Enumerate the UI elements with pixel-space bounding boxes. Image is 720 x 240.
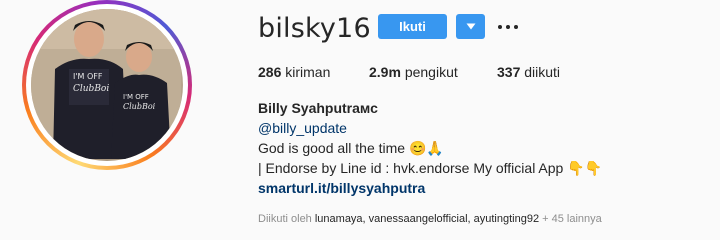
svg-text:ClubBoi: ClubBoi: [123, 102, 156, 111]
bio-website-link[interactable]: smarturl.it/billysyahputra: [258, 178, 602, 198]
bio-line-2: | Endorse by Line id : hvk.endorse My of…: [258, 160, 603, 176]
profile-header: bilsky16: [258, 12, 398, 44]
bio-line-1: God is good all the time 😊🙏: [258, 140, 444, 156]
more-options-icon: [498, 24, 502, 29]
caret-down-icon: [466, 23, 475, 30]
following-stat[interactable]: 337 diikuti: [497, 64, 560, 80]
posts-label: kiriman: [285, 64, 331, 80]
followed-by[interactable]: Diikuti oleh lunamaya, vanessaangeloffic…: [258, 213, 602, 225]
followed-by-prefix: Diikuti oleh: [258, 213, 315, 225]
followed-by-names: lunamaya, vanessaangelofficial, ayutingt…: [314, 213, 540, 225]
followers-label: pengikut: [404, 64, 458, 80]
followed-by-suffix: + 45 lainnya: [539, 213, 602, 225]
more-options-icon: [514, 24, 518, 29]
avatar-photo-illustration: I'M OFF ClubBoi I'M OFF ClubBoi: [31, 9, 181, 159]
following-label: diikuti: [524, 64, 561, 80]
profile-bio: Billy Syahputraмс @billy_update God is g…: [258, 98, 602, 198]
svg-text:I'M OFF: I'M OFF: [73, 72, 103, 81]
suggested-dropdown-button[interactable]: [456, 14, 485, 39]
avatar-border: I'M OFF ClubBoi I'M OFF ClubBoi: [26, 4, 188, 166]
bio-handle-link[interactable]: @billy_update: [258, 118, 602, 138]
posts-count: 286: [258, 64, 282, 80]
svg-text:I'M OFF: I'M OFF: [123, 93, 149, 101]
follow-button[interactable]: Ikuti: [378, 14, 447, 39]
posts-stat: 286 kiriman: [258, 64, 330, 80]
more-options-icon: [506, 24, 510, 29]
full-name: Billy Syahputraмс: [258, 100, 378, 116]
profile-username: bilsky16: [258, 12, 371, 44]
profile-avatar[interactable]: I'M OFF ClubBoi I'M OFF ClubBoi: [22, 0, 192, 170]
following-count: 337: [497, 64, 521, 80]
followers-stat[interactable]: 2.9m pengikut: [369, 64, 458, 80]
followers-count: 2.9m: [369, 64, 401, 80]
svg-text:ClubBoi: ClubBoi: [73, 84, 109, 94]
more-options-button[interactable]: [498, 14, 518, 39]
avatar-photo: I'M OFF ClubBoi I'M OFF ClubBoi: [31, 9, 183, 161]
